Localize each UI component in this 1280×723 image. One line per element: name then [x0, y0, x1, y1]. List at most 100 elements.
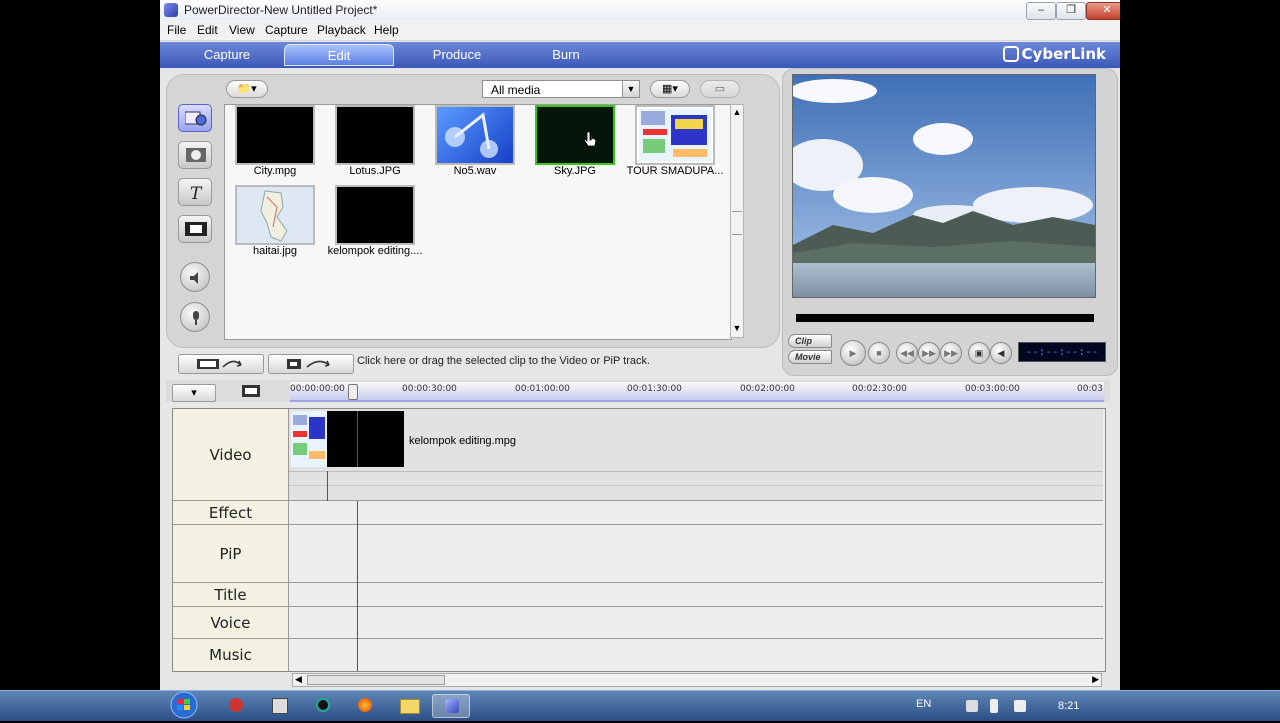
- snapshot-icon: ▣: [974, 348, 984, 358]
- menu-file[interactable]: File: [167, 23, 186, 37]
- media-item-lotus[interactable]: Lotus.JPG: [331, 105, 425, 177]
- close-button[interactable]: ✕: [1086, 2, 1120, 20]
- cyberlink-logo: CyberLink: [1002, 45, 1106, 63]
- play-button[interactable]: ▶: [840, 340, 866, 366]
- media-item-no5[interactable]: No5.wav: [431, 105, 525, 177]
- app-icon: [164, 3, 178, 17]
- scroll-down-icon[interactable]: ▼: [732, 323, 742, 333]
- track-label-music: Music: [173, 639, 289, 671]
- taskbar-app-media[interactable]: [304, 694, 342, 718]
- media-thumbnail-selected: [535, 105, 615, 165]
- media-item-sky[interactable]: Sky.JPG: [531, 105, 625, 177]
- timeline-clip-tour[interactable]: [291, 411, 327, 467]
- media-item-label: Sky.JPG: [554, 165, 596, 177]
- media-thumbnail: [235, 105, 315, 165]
- media-item-tour[interactable]: TOUR SMADUPA...: [627, 105, 725, 177]
- menu-edit[interactable]: Edit: [197, 23, 218, 37]
- next-frame-button[interactable]: ▶▶: [918, 342, 940, 364]
- minimize-button[interactable]: –: [1026, 2, 1056, 20]
- media-room-button[interactable]: [178, 104, 212, 132]
- previous-frame-button[interactable]: ◀◀: [896, 342, 918, 364]
- ruler-tick: 00:00:30:00: [402, 384, 457, 394]
- fast-forward-icon: ▶▶: [944, 348, 958, 358]
- previous-icon: ◀◀: [900, 348, 914, 358]
- title-room-button[interactable]: T: [178, 178, 212, 206]
- media-item-haitai[interactable]: haitai.jpg: [231, 185, 325, 257]
- tab-produce[interactable]: Produce: [416, 42, 498, 68]
- import-media-button[interactable]: 📁▾: [226, 80, 268, 98]
- effect-room-button[interactable]: [178, 141, 212, 169]
- battery-icon[interactable]: [990, 699, 998, 713]
- maximize-button[interactable]: ❐: [1056, 2, 1086, 20]
- svg-text:T: T: [190, 184, 203, 200]
- language-indicator[interactable]: EN: [916, 698, 931, 710]
- library-view-button[interactable]: ▦▾: [650, 80, 690, 98]
- scroll-left-icon[interactable]: ◀: [295, 674, 302, 685]
- clip-mode-button[interactable]: Clip: [788, 334, 832, 348]
- taskbar-app-folder[interactable]: [390, 694, 428, 718]
- stop-button[interactable]: ■: [868, 342, 890, 364]
- movie-mode-button[interactable]: Movie: [788, 350, 832, 364]
- scroll-up-icon[interactable]: ▲: [732, 107, 742, 117]
- taskbar-app-powerdirector[interactable]: [432, 694, 470, 718]
- media-library-panel: City.mpg Lotus.JPG No5.wav Sky.JPG TOUR …: [224, 104, 732, 340]
- app-icon: [229, 698, 243, 712]
- tab-capture[interactable]: Capture: [184, 42, 270, 68]
- playhead-handle[interactable]: [348, 384, 358, 400]
- windows-logo-icon: [170, 691, 198, 719]
- taskbar-app-chrome-like[interactable]: [216, 694, 254, 718]
- timeline-clip-kelompok[interactable]: [357, 411, 404, 467]
- ruler-tick: 00:02:30:00: [852, 384, 907, 394]
- network-icon[interactable]: [966, 700, 978, 712]
- effect-track[interactable]: [289, 501, 1103, 525]
- media-item-city[interactable]: City.mpg: [231, 105, 325, 177]
- track-label-video: Video: [173, 409, 289, 501]
- tab-burn[interactable]: Burn: [526, 42, 606, 68]
- taskbar-app-firefox[interactable]: [346, 694, 384, 718]
- music-track[interactable]: [289, 639, 1103, 671]
- media-item-kelompok[interactable]: kelompok editing....: [328, 185, 425, 257]
- library-options-button[interactable]: ▭: [700, 80, 740, 98]
- timeline-dropdown-icon: ▾: [191, 387, 197, 399]
- preview-progress-bar[interactable]: [796, 314, 1094, 322]
- library-scrollbar[interactable]: ▲ ▼: [730, 104, 744, 338]
- transition-room-button[interactable]: [178, 215, 212, 243]
- menu-playback[interactable]: Playback: [317, 23, 366, 37]
- media-item-label: kelompok editing....: [327, 245, 423, 257]
- volume-button[interactable]: ◀: [990, 342, 1012, 364]
- fast-forward-button[interactable]: ▶▶: [940, 342, 962, 364]
- timeline-scrollbar[interactable]: ◀ ▶: [292, 673, 1102, 687]
- storyboard-button[interactable]: [242, 384, 260, 398]
- volume-tray-icon[interactable]: [1014, 700, 1026, 712]
- pip-track[interactable]: [289, 525, 1103, 583]
- timeline-clip-transition[interactable]: [327, 411, 357, 467]
- audio-mixing-button[interactable]: [180, 262, 210, 292]
- scroll-right-icon[interactable]: ▶: [1092, 674, 1099, 685]
- add-clip-hint[interactable]: Click here or drag the selected clip to …: [357, 355, 650, 367]
- clock[interactable]: 8:21: [1058, 700, 1079, 712]
- menu-capture[interactable]: Capture: [265, 23, 308, 37]
- menu-help[interactable]: Help: [374, 23, 399, 37]
- add-to-video-track-button[interactable]: [178, 354, 264, 374]
- start-button[interactable]: [164, 690, 204, 720]
- menu-view[interactable]: View: [229, 23, 255, 37]
- audio-thumbnail: [435, 105, 515, 165]
- title-track[interactable]: [289, 583, 1103, 607]
- taskbar-app-explorer[interactable]: [260, 694, 298, 718]
- preview-image: [783, 75, 1095, 297]
- tab-edit[interactable]: Edit: [284, 44, 394, 66]
- scroll-thumb[interactable]: [732, 211, 742, 235]
- video-track[interactable]: kelompok editing.mpg: [289, 409, 1103, 501]
- snapshot-button[interactable]: ▣: [968, 342, 990, 364]
- voice-over-button[interactable]: [180, 302, 210, 332]
- speaker-icon: [190, 272, 198, 284]
- timecode-display: --:--:--:--: [1018, 342, 1106, 362]
- add-to-pip-track-button[interactable]: [268, 354, 354, 374]
- media-item-label: TOUR SMADUPA...: [626, 165, 724, 177]
- track-label-pip: PiP: [173, 525, 289, 583]
- media-filter-select[interactable]: All media ▼: [482, 80, 640, 98]
- scroll-thumb[interactable]: [307, 675, 445, 685]
- timeline-ruler[interactable]: 00:00:00:00 00:00:30:00 00:01:00:00 00:0…: [290, 382, 1104, 402]
- voice-track[interactable]: [289, 607, 1103, 639]
- timeline-view-button[interactable]: ▾: [172, 384, 216, 402]
